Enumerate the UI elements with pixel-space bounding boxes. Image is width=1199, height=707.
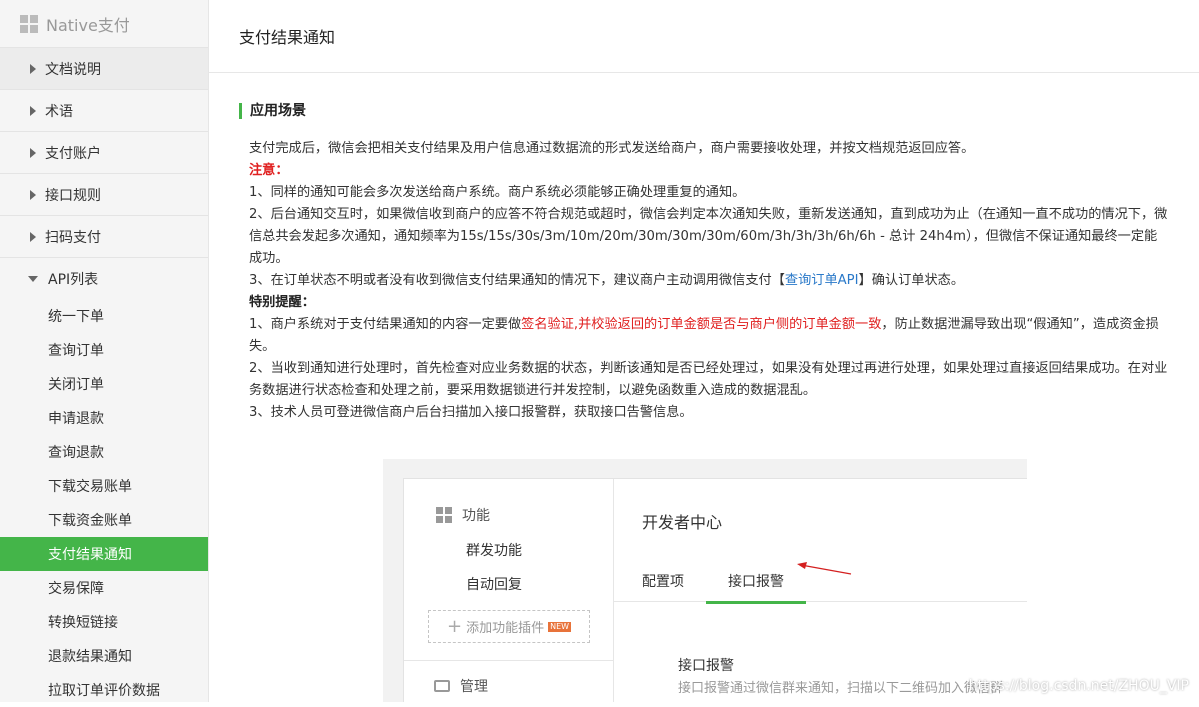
sidebar-item-terms[interactable]: 术语 xyxy=(0,90,208,132)
remind-label: 特别提醒： xyxy=(249,295,315,310)
alarm-description: 接口报警通过微信群来通知，扫描以下二维码加入微信群 xyxy=(678,681,1004,696)
sidebar: Native支付 文档说明 术语 支付账户 接口规则 扫码支付 API列表 统一… xyxy=(0,0,209,702)
embedded-screenshot: 功能 群发功能 自动回复 + 添加功能插件 NEW 管理 开发者中心 配置项 接… xyxy=(383,459,1027,702)
intro-text: 支付完成后，微信会把相关支付结果及用户信息通过数据流的形式发送给商户，商户需要接… xyxy=(249,141,975,156)
sidebar-subitem[interactable]: 关闭订单 xyxy=(0,367,208,401)
note-label: 注意： xyxy=(249,163,289,178)
grid-icon xyxy=(436,507,452,523)
manage-label: 管理 xyxy=(460,679,488,695)
sidebar-subitem[interactable]: 下载交易账单 xyxy=(0,469,208,503)
dev-center-title: 开发者中心 xyxy=(642,513,723,532)
plus-icon: + xyxy=(446,616,463,637)
alarm-section-title: 接口报警 xyxy=(678,658,734,674)
sidebar-item-account[interactable]: 支付账户 xyxy=(0,132,208,174)
sidebar-subitem[interactable]: 交易保障 xyxy=(0,571,208,605)
add-plugin-label: 添加功能插件 xyxy=(466,621,545,636)
note-3-post: 】确认订单状态。 xyxy=(858,273,965,288)
caret-right-icon xyxy=(30,189,36,200)
inbox-icon xyxy=(434,680,450,692)
watermark: https://blog.csdn.net/ZHOU_VIP xyxy=(968,678,1189,694)
sidebar-item-label: 接口规则 xyxy=(45,187,101,204)
screenshot-func-header: 功能 xyxy=(436,505,490,525)
func-label: 功能 xyxy=(462,508,490,524)
sidebar-item-label: 术语 xyxy=(45,103,73,120)
page-title: 支付结果通知 xyxy=(209,0,1199,73)
grid-icon xyxy=(20,14,38,33)
caret-down-icon xyxy=(28,275,38,282)
section-title: 应用场景 xyxy=(239,103,306,119)
remind-3: 3、技术人员可登进微信商户后台扫描加入接口报警群，获取接口告警信息。 xyxy=(249,405,693,420)
add-plugin-button: + 添加功能插件 NEW xyxy=(428,610,590,643)
tab-config: 配置项 xyxy=(642,574,684,590)
note-1: 1、同样的通知可能会多次发送给商户系统。商户系统必须能够正确处理重复的通知。 xyxy=(249,185,746,200)
note-3: 3、在订单状态不明或者没有收到微信支付结果通知的情况下，建议商户主动调用微信支付… xyxy=(249,270,1169,292)
sidebar-item-api-list[interactable]: API列表 xyxy=(0,258,208,299)
annotation-arrow-icon xyxy=(797,562,852,575)
sidebar-subitem[interactable]: 退款结果通知 xyxy=(0,639,208,673)
screenshot-frame: 功能 群发功能 自动回复 + 添加功能插件 NEW 管理 开发者中心 配置项 接… xyxy=(403,478,1027,702)
new-badge: NEW xyxy=(548,621,572,632)
sidebar-subitem[interactable]: 转换短链接 xyxy=(0,605,208,639)
sidebar-subitem[interactable]: 查询订单 xyxy=(0,333,208,367)
sidebar-subitem-active[interactable]: 支付结果通知 xyxy=(0,537,208,571)
remind-1-red: 签名验证,并校验返回的订单金额是否与商户侧的订单金额一致 xyxy=(521,317,882,332)
note-3-pre: 3、在订单状态不明或者没有收到微信支付结果通知的情况下，建议商户主动调用微信支付… xyxy=(249,273,785,288)
divider xyxy=(404,660,613,661)
remind-1: 1、商户系统对于支付结果通知的内容一定要做签名验证,并校验返回的订单金额是否与商… xyxy=(249,314,1169,358)
sidebar-item-label: 支付账户 xyxy=(45,145,101,162)
screenshot-main: 开发者中心 配置项 接口报警 接口报警 接口报警通过微信群来通知，扫描以下二维码… xyxy=(614,479,1027,702)
note-2: 2、后台通知交互时，如果微信收到商户的应答不符合规范或超时，微信会判定本次通知失… xyxy=(249,207,1168,266)
sidebar-item-label: API列表 xyxy=(48,271,99,288)
sidebar-subitem[interactable]: 统一下单 xyxy=(0,299,208,333)
sidebar-subitem[interactable]: 查询退款 xyxy=(0,435,208,469)
query-order-api-link[interactable]: 查询订单API xyxy=(785,273,859,288)
caret-right-icon xyxy=(30,105,36,116)
func-item-mass-send: 群发功能 xyxy=(466,543,522,559)
tab-alarm: 接口报警 xyxy=(706,571,806,604)
remind-1-pre: 1、商户系统对于支付结果通知的内容一定要做 xyxy=(249,317,522,332)
caret-right-icon xyxy=(30,63,36,74)
caret-right-icon xyxy=(30,231,36,242)
func-item-auto-reply: 自动回复 xyxy=(466,577,522,593)
sidebar-item-rules[interactable]: 接口规则 xyxy=(0,174,208,216)
sidebar-item-scan-pay[interactable]: 扫码支付 xyxy=(0,216,208,258)
screenshot-manage-header: 管理 xyxy=(434,676,488,696)
sidebar-item-label: 扫码支付 xyxy=(45,229,101,246)
sidebar-title: Native支付 xyxy=(46,15,130,35)
remind-2: 2、当收到通知进行处理时，首先检查对应业务数据的状态，判断该通知是否已经处理过，… xyxy=(249,361,1168,398)
caret-right-icon xyxy=(30,147,36,158)
doc-body: 支付完成后，微信会把相关支付结果及用户信息通过数据流的形式发送给商户，商户需要接… xyxy=(249,138,1169,424)
sidebar-item-label: 文档说明 xyxy=(45,61,101,78)
sidebar-header: Native支付 xyxy=(0,0,208,48)
sidebar-item-docs[interactable]: 文档说明 xyxy=(0,48,208,90)
screenshot-sidebar: 功能 群发功能 自动回复 + 添加功能插件 NEW 管理 xyxy=(404,479,614,702)
sidebar-subitem[interactable]: 下载资金账单 xyxy=(0,503,208,537)
sidebar-subitem[interactable]: 申请退款 xyxy=(0,401,208,435)
